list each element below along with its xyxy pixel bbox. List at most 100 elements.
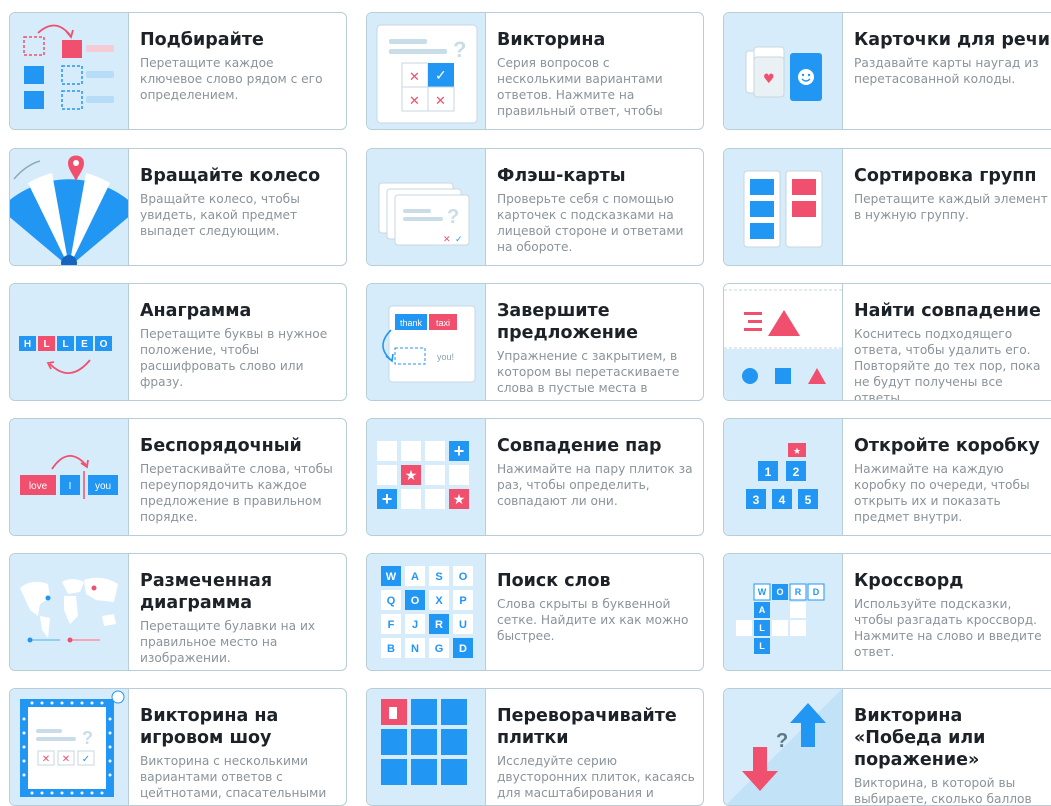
flash-cards-icon: ? ✕ ✓ bbox=[367, 149, 486, 265]
card-description: Упражнение с закрытием, в котором вы пер… bbox=[497, 349, 680, 400]
svg-text:H: H bbox=[24, 339, 31, 350]
template-card-labelled-diagram[interactable]: Размеченная диаграмма Перетащите булавки… bbox=[9, 553, 347, 671]
svg-text:✕: ✕ bbox=[435, 93, 446, 108]
crossword-icon: W O R D A L L bbox=[724, 554, 843, 670]
svg-text:+: + bbox=[382, 489, 393, 509]
svg-text:?: ? bbox=[453, 37, 466, 62]
svg-text:O: O bbox=[459, 571, 468, 583]
gameshow-quiz-icon: ? ✕ ✕ ✓ bbox=[10, 689, 129, 805]
svg-text:✕: ✕ bbox=[409, 93, 420, 108]
svg-text:S: S bbox=[435, 571, 442, 583]
svg-text:U: U bbox=[459, 619, 467, 631]
template-card-speaking-cards[interactable]: ♥ Карточки для речи Раздавайте карты нау… bbox=[723, 12, 1051, 130]
template-card-quiz[interactable]: ? ✕ ✓ ✕ ✕ Викторина Серия вопросов с нес… bbox=[366, 12, 704, 130]
svg-text:F: F bbox=[388, 619, 395, 631]
template-card-complete-sentence[interactable]: thank taxi you! Завершите предложение Уп… bbox=[366, 283, 704, 401]
card-title: Анаграмма bbox=[140, 301, 252, 321]
svg-text:E: E bbox=[81, 339, 88, 350]
template-card-crossword[interactable]: W O R D A L L Кроссворд Используйте подс… bbox=[723, 553, 1051, 671]
card-title: Совпадение пар bbox=[497, 436, 662, 456]
svg-text:L: L bbox=[759, 641, 765, 651]
template-card-anagram[interactable]: H L L E O Анаграмма Перетащите буквы в н… bbox=[9, 283, 347, 401]
template-card-win-lose-quiz[interactable]: ? Викторина «Победа или поражение» Викто… bbox=[723, 688, 1051, 806]
card-description: Перетащите каждое ключевое слово рядом с… bbox=[140, 56, 323, 102]
svg-text:✕: ✕ bbox=[409, 69, 420, 84]
svg-text:?: ? bbox=[447, 206, 459, 228]
card-description: Перетащите буквы в нужное положение, что… bbox=[140, 327, 328, 389]
svg-text:L: L bbox=[43, 339, 49, 350]
card-description: Проверьте себя с помощью карточек с подс… bbox=[497, 192, 684, 254]
card-title: Переворачивайте плитки bbox=[497, 706, 677, 748]
template-card-wordsearch[interactable]: W A S O Q O X P F J R U B N G D Поиск сл… bbox=[366, 553, 704, 671]
svg-text:O: O bbox=[776, 587, 783, 597]
template-card-match-up[interactable]: Подбирайте Перетащите каждое ключевое сл… bbox=[9, 12, 347, 130]
template-card-find-match[interactable]: Найти совпадение Коснитесь подходящего о… bbox=[723, 283, 1051, 401]
card-title: Кроссворд bbox=[854, 571, 964, 591]
card-title: Найти совпадение bbox=[854, 301, 1041, 321]
unjumble-icon: love I you bbox=[10, 419, 129, 535]
labelled-diagram-icon bbox=[10, 554, 129, 670]
template-card-flash-cards[interactable]: ? ✕ ✓ Флэш-карты Проверьте себя с помощь… bbox=[366, 148, 704, 266]
svg-text:B: B bbox=[387, 643, 395, 655]
svg-text:♥: ♥ bbox=[763, 72, 775, 87]
card-title: Поиск слов bbox=[497, 571, 611, 591]
matching-pairs-icon: + ★ + ★ bbox=[367, 419, 486, 535]
svg-text:1: 1 bbox=[765, 465, 772, 479]
template-card-unjumble[interactable]: love I you Беспорядочный Перетаскивайте … bbox=[9, 418, 347, 536]
svg-text:D: D bbox=[459, 643, 467, 655]
template-card-spin-wheel[interactable]: Вращайте колесо Вращайте колесо, чтобы у… bbox=[9, 148, 347, 266]
find-match-icon bbox=[724, 284, 843, 400]
svg-text:✕: ✕ bbox=[62, 754, 70, 765]
card-title: Завершите предложение bbox=[497, 301, 638, 343]
template-card-group-sort[interactable]: Сортировка групп Перетащите каждый элеме… bbox=[723, 148, 1051, 266]
svg-text:L: L bbox=[759, 623, 765, 633]
svg-text:taxi: taxi bbox=[436, 318, 450, 328]
wordsearch-icon: W A S O Q O X P F J R U B N G D bbox=[367, 554, 486, 670]
svg-text:G: G bbox=[435, 643, 444, 655]
card-description: Нажимайте на пару плиток за раз, чтобы о… bbox=[497, 462, 693, 508]
template-card-matching-pairs[interactable]: + ★ + ★ Совпадение пар Нажимайте на пару… bbox=[366, 418, 704, 536]
card-description: Перетащите каждый элемент в нужную групп… bbox=[854, 192, 1048, 222]
template-card-open-box[interactable]: ★ 1 2 3 4 5 Откройте коробку Нажимайте н… bbox=[723, 418, 1051, 536]
card-description: Используйте подсказки, чтобы разгадать к… bbox=[854, 597, 1042, 659]
svg-text:R: R bbox=[435, 619, 443, 631]
svg-text:P: P bbox=[459, 595, 466, 607]
card-title: Флэш-карты bbox=[497, 166, 626, 186]
svg-text:W: W bbox=[758, 587, 767, 597]
match-up-icon bbox=[10, 13, 129, 129]
card-title: Викторина bbox=[497, 30, 606, 50]
svg-text:2: 2 bbox=[793, 465, 800, 479]
complete-sentence-icon: thank taxi you! bbox=[367, 284, 486, 400]
card-description: Слова скрыты в буквенной сетке. Найдите … bbox=[497, 597, 689, 643]
svg-text:5: 5 bbox=[805, 493, 812, 507]
svg-text:I: I bbox=[69, 481, 72, 492]
card-title: Откройте коробку bbox=[854, 436, 1040, 456]
card-description: Викторина, в которой вы выбираете, сколь… bbox=[854, 776, 1032, 805]
card-description: Вращайте колесо, чтобы увидеть, какой пр… bbox=[140, 192, 300, 238]
svg-text:★: ★ bbox=[793, 447, 801, 457]
card-title: Размеченная диаграмма bbox=[140, 571, 273, 613]
svg-text:?: ? bbox=[82, 728, 93, 748]
win-lose-quiz-icon: ? bbox=[724, 689, 843, 805]
svg-text:R: R bbox=[795, 587, 802, 597]
card-description: Перетаскивайте слова, чтобы переупорядоч… bbox=[140, 462, 333, 524]
template-card-flip-tiles[interactable]: Переворачивайте плитки Исследуйте серию … bbox=[366, 688, 704, 806]
svg-text:?: ? bbox=[776, 730, 788, 752]
svg-text:✓: ✓ bbox=[435, 67, 447, 83]
svg-text:thank: thank bbox=[400, 318, 423, 328]
svg-text:J: J bbox=[412, 619, 418, 631]
template-card-gameshow-quiz[interactable]: ? ✕ ✕ ✓ Викторина на игровом шоу Виктори… bbox=[9, 688, 347, 806]
svg-text:L: L bbox=[62, 339, 68, 350]
svg-text:✓: ✓ bbox=[82, 754, 90, 765]
card-title: Беспорядочный bbox=[140, 436, 302, 456]
svg-text:you!: you! bbox=[437, 352, 454, 362]
speaking-cards-icon: ♥ bbox=[724, 13, 843, 129]
card-description: Коснитесь подходящего ответа, чтобы удал… bbox=[854, 327, 1041, 400]
svg-text:A: A bbox=[411, 571, 419, 583]
svg-text:you: you bbox=[95, 481, 111, 492]
group-sort-icon bbox=[724, 149, 843, 265]
card-title: Сортировка групп bbox=[854, 166, 1037, 186]
card-title: Карточки для речи bbox=[854, 30, 1051, 50]
svg-text:✕: ✕ bbox=[443, 234, 451, 244]
card-title: Викторина «Победа или поражение» bbox=[854, 706, 986, 770]
